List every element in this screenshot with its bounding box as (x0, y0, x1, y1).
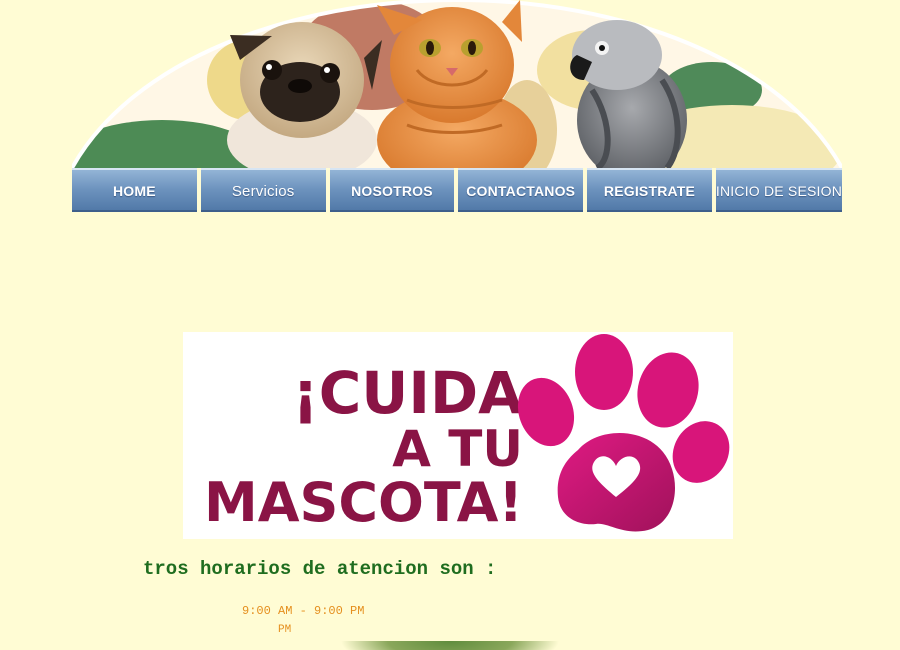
hours-title: tros horarios de atencion son : (143, 558, 497, 580)
hours-weekday: 9:00 AM - 9:00 PM (242, 604, 365, 618)
paw-heart-icon (517, 334, 730, 532)
nav-inicio-sesion-button[interactable]: INICIO DE SESION (715, 168, 843, 212)
page: HOME Servicios NOSOTROS CONTACTANOS REGI… (0, 0, 900, 650)
main-nav: HOME Servicios NOSOTROS CONTACTANOS REGI… (72, 168, 843, 212)
promo-line-3: MASCOTA! (203, 471, 523, 534)
nav-home-button[interactable]: HOME (72, 168, 197, 212)
nav-nosotros-button[interactable]: NOSOTROS (329, 168, 455, 212)
footer-image-peek (340, 641, 560, 650)
promo-line-2: A TU (392, 420, 523, 478)
nav-servicios-button[interactable]: Servicios (200, 168, 326, 212)
promo-line-1: ¡CUIDA (292, 359, 523, 427)
hours-weekend: PM (278, 624, 292, 633)
promo-banner: ¡CUIDA A TU MASCOTA! (183, 332, 733, 539)
promo-text: ¡CUIDA A TU MASCOTA! (183, 352, 523, 530)
header-banner (72, 0, 842, 168)
nav-contactanos-button[interactable]: CONTACTANOS (458, 168, 584, 212)
nav-registrate-button[interactable]: REGISTRATE (587, 168, 712, 212)
